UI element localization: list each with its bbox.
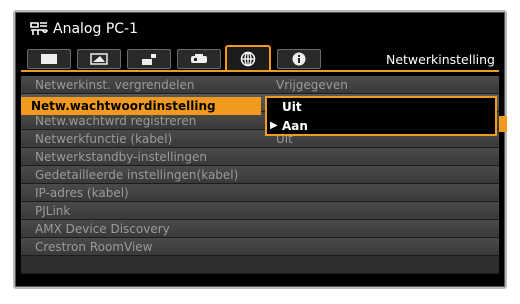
scroll-indicator (499, 116, 507, 132)
menu-item-label: Netwerkfunctie (kabel) (35, 132, 173, 146)
menu-item-label: PJLink (35, 204, 71, 218)
installation-icon (142, 54, 156, 65)
source-title: Analog PC-1 (53, 21, 138, 37)
menu-item-label: Netw.wachtwrd registreren (35, 114, 197, 128)
image-adjust-icon (90, 53, 108, 65)
source-header: Analog PC-1 (29, 20, 138, 38)
tab-divider (21, 70, 499, 72)
menu-item-label: Netwerkstandby-instellingen (35, 150, 208, 164)
menu-empty-row (21, 256, 499, 274)
monitor-input-icon (30, 22, 48, 35)
tab-system[interactable] (177, 49, 221, 69)
menu-item-pjlink[interactable]: PJLink (21, 202, 499, 220)
option-aan[interactable]: ▶ Aan (267, 117, 495, 135)
tab-information[interactable] (277, 49, 321, 69)
menu-item-label: Gedetailleerde instellingen(kabel) (35, 168, 239, 182)
selected-item-label: Netw.wachtwoordinstelling (31, 99, 216, 113)
active-tab-label: Netwerkinstelling (385, 52, 495, 67)
menu-item-label: AMX Device Discovery (35, 222, 170, 236)
tab-image-adjust[interactable] (77, 49, 121, 69)
tab-installation[interactable] (127, 49, 171, 69)
menu-item-label: IP-adres (kabel) (35, 186, 129, 200)
menu-item-value: Vrijgegeven (276, 78, 348, 92)
triangle-pointer-icon: ▶ (270, 120, 278, 131)
option-label: Uit (282, 100, 302, 114)
system-settings-icon (191, 54, 207, 63)
menu-item-network-lock[interactable]: Netwerkinst. vergrendelen Vrijgegeven (21, 76, 499, 94)
tab-network[interactable] (225, 45, 271, 71)
menu-item-label: Netwerkinst. vergrendelen (35, 78, 195, 92)
menu-item-ip-address[interactable]: IP-adres (kabel) (21, 184, 499, 202)
menu-item-detailed-settings[interactable]: Gedetailleerde instellingen(kabel) (21, 166, 499, 184)
menu-item-label: Crestron RoomView (35, 240, 153, 254)
network-globe-icon (240, 51, 256, 67)
projector-osd-menu: Analog PC-1 Netwerkinstelling Netwerkins… (13, 10, 507, 289)
option-uit[interactable]: Uit (267, 98, 495, 116)
picture-quality-icon (41, 54, 57, 64)
menu-item-crestron[interactable]: Crestron RoomView (21, 238, 499, 256)
tab-picture[interactable] (27, 49, 71, 69)
selected-item-highlight[interactable]: Netw.wachtwoordinstelling (21, 97, 261, 115)
option-popup: Uit ▶ Aan (265, 96, 497, 136)
option-label: Aan (282, 119, 308, 133)
menu-item-standby-settings[interactable]: Netwerkstandby-instellingen (21, 148, 499, 166)
information-icon (292, 52, 306, 66)
menu-item-amx[interactable]: AMX Device Discovery (21, 220, 499, 238)
